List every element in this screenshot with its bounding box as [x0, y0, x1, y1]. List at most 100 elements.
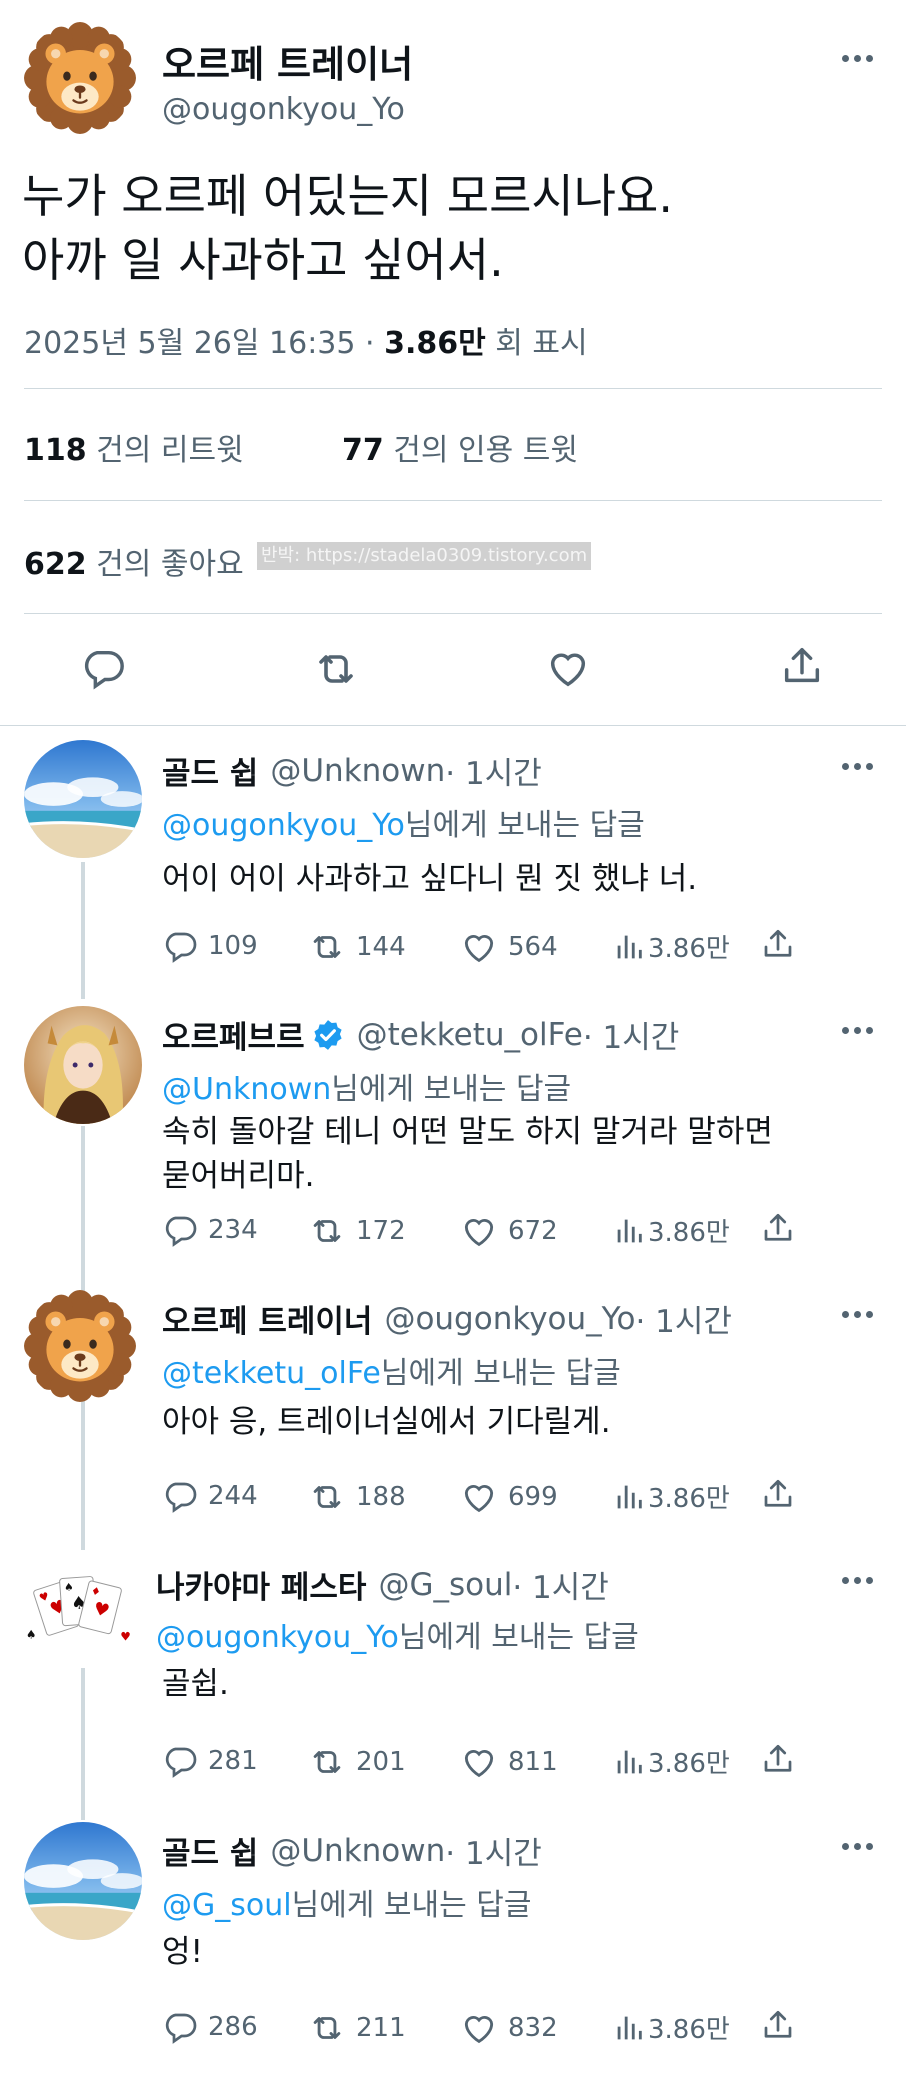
reply-action[interactable]: 281	[162, 1743, 258, 1779]
author-handle[interactable]: @ougonkyou_Yo	[162, 92, 405, 127]
reply-action[interactable]: 234	[162, 1212, 258, 1248]
handle[interactable]: @Unknown	[270, 1833, 445, 1869]
retweet-action[interactable]: 211	[308, 2009, 406, 2047]
retweet-icon[interactable]	[312, 645, 360, 697]
like-action[interactable]: 564	[460, 928, 558, 966]
avatar[interactable]	[24, 1290, 136, 1402]
tweet-text: 누가 오르페 어딨는지 모르시나요. 아까 일 사과하고 싶어서.	[22, 164, 673, 292]
like-action[interactable]: 699	[460, 1478, 558, 1516]
divider	[24, 613, 882, 614]
views-action[interactable]: 3.86만	[612, 2009, 730, 2046]
like-action[interactable]: 811	[460, 1743, 558, 1781]
share-icon[interactable]	[760, 1476, 796, 1512]
display-name[interactable]: 오르페브르	[162, 1012, 305, 1057]
reply-icon[interactable]	[80, 645, 126, 695]
share-action[interactable]	[760, 2007, 796, 2043]
share-action[interactable]	[760, 1741, 796, 1777]
more-icon[interactable]	[837, 756, 877, 776]
share-action[interactable]	[760, 1210, 796, 1246]
handle[interactable]: @G_soul	[378, 1567, 512, 1603]
post-time[interactable]: · 1시간	[445, 1828, 541, 1873]
post-time[interactable]: · 1시간	[512, 1562, 608, 1607]
like-action[interactable]: 832	[460, 2009, 558, 2047]
share-action[interactable]	[760, 1476, 796, 1512]
reply-to-handle[interactable]: @G_soul	[162, 1888, 292, 1923]
more-icon[interactable]	[837, 48, 877, 68]
views-action[interactable]: 3.86만	[612, 1212, 730, 1249]
more-icon[interactable]	[837, 1304, 877, 1324]
views-action[interactable]: 3.86만	[612, 1478, 730, 1515]
like-action[interactable]: 672	[460, 1212, 558, 1250]
post-time[interactable]: · 1시간	[583, 1012, 679, 1057]
retweet-action[interactable]: 201	[308, 1743, 406, 1781]
post-time[interactable]: · 1시간	[445, 748, 541, 793]
reply-icon[interactable]	[162, 2009, 198, 2045]
heart-icon[interactable]	[460, 928, 498, 966]
reply-icon[interactable]	[162, 1212, 198, 1248]
retweet-icon[interactable]	[308, 1743, 346, 1781]
quotes-count: 77	[342, 433, 384, 468]
more-icon[interactable]	[837, 1020, 877, 1040]
more-icon[interactable]	[837, 1570, 877, 1590]
heart-icon[interactable]	[460, 1743, 498, 1781]
reply-action[interactable]: 109	[162, 928, 258, 964]
display-name[interactable]: 골드 쉽	[162, 1828, 258, 1873]
tweet-text-line: 누가 오르페 어딨는지 모르시나요.	[22, 169, 673, 223]
share-icon[interactable]	[760, 926, 796, 962]
reply-icon[interactable]	[162, 928, 198, 964]
quotes-label: 건의 인용 트윗	[383, 433, 578, 468]
display-name[interactable]: 골드 쉽	[162, 748, 258, 793]
display-name[interactable]: 오르페 트레이너	[162, 1296, 372, 1341]
heart-icon[interactable]	[460, 1478, 498, 1516]
reply-to-handle[interactable]: @tekketu_olFe	[162, 1356, 381, 1391]
retweet-icon[interactable]	[308, 1212, 346, 1250]
reply-icon[interactable]	[162, 1743, 198, 1779]
heart-icon[interactable]	[460, 1212, 498, 1250]
reply-icon[interactable]	[162, 1478, 198, 1514]
handle[interactable]: @ougonkyou_Yo	[384, 1301, 635, 1337]
quotes-stat[interactable]: 77 건의 인용 트윗	[342, 425, 578, 469]
author-display-name[interactable]: 오르페 트레이너	[162, 34, 413, 88]
thread-line	[81, 1126, 85, 1291]
share-icon[interactable]	[760, 1741, 796, 1777]
reply-to-suffix: 님에게 보내는 답글	[380, 1356, 621, 1391]
reply-to-line: @ougonkyou_Yo님에게 보내는 답글	[162, 800, 645, 844]
heart-icon[interactable]	[460, 2009, 498, 2047]
handle[interactable]: @tekketu_olFe	[357, 1017, 583, 1053]
avatar[interactable]	[24, 740, 142, 858]
display-name[interactable]: 나카야마 페스타	[156, 1562, 366, 1607]
more-icon[interactable]	[837, 1836, 877, 1856]
retweet-icon[interactable]	[308, 928, 346, 966]
avatar[interactable]	[24, 1822, 142, 1940]
author-avatar[interactable]	[24, 22, 136, 134]
reply-to-handle[interactable]: @ougonkyou_Yo	[162, 808, 405, 843]
share-action[interactable]	[760, 926, 796, 962]
share-icon[interactable]	[760, 1210, 796, 1246]
retweet-icon[interactable]	[308, 2009, 346, 2047]
tweet-timestamp[interactable]: 2025년 5월 26일 16:35 ·	[24, 326, 384, 361]
reply-to-handle[interactable]: @ougonkyou_Yo	[156, 1620, 399, 1655]
post-time[interactable]: · 1시간	[635, 1296, 731, 1341]
retweet-action[interactable]: 172	[308, 1212, 406, 1250]
views-action[interactable]: 3.86만	[612, 1743, 730, 1780]
reply-action[interactable]: 244	[162, 1478, 258, 1514]
likes-stat[interactable]: 622 건의 좋아요	[24, 539, 244, 583]
views-action[interactable]: 3.86만	[612, 928, 730, 965]
reply-to-handle[interactable]: @Unknown	[162, 1072, 331, 1107]
views-icon	[612, 930, 646, 964]
share-icon[interactable]	[760, 2007, 796, 2043]
views-label: 회 표시	[485, 326, 588, 361]
avatar[interactable]	[18, 1550, 136, 1668]
retweet-icon[interactable]	[308, 1478, 346, 1516]
retweet-action[interactable]: 188	[308, 1478, 406, 1516]
retweets-stat[interactable]: 118 건의 리트윗	[24, 425, 244, 469]
heart-icon[interactable]	[545, 645, 591, 695]
avatar[interactable]	[24, 1006, 142, 1124]
views-count: 3.86만	[648, 934, 730, 964]
reply-action[interactable]: 286	[162, 2009, 258, 2045]
handle[interactable]: @Unknown	[270, 753, 445, 789]
like-count: 699	[508, 1482, 558, 1512]
share-icon[interactable]	[779, 643, 825, 693]
retweet-action[interactable]: 144	[308, 928, 406, 966]
reply-count: 244	[208, 1481, 258, 1511]
